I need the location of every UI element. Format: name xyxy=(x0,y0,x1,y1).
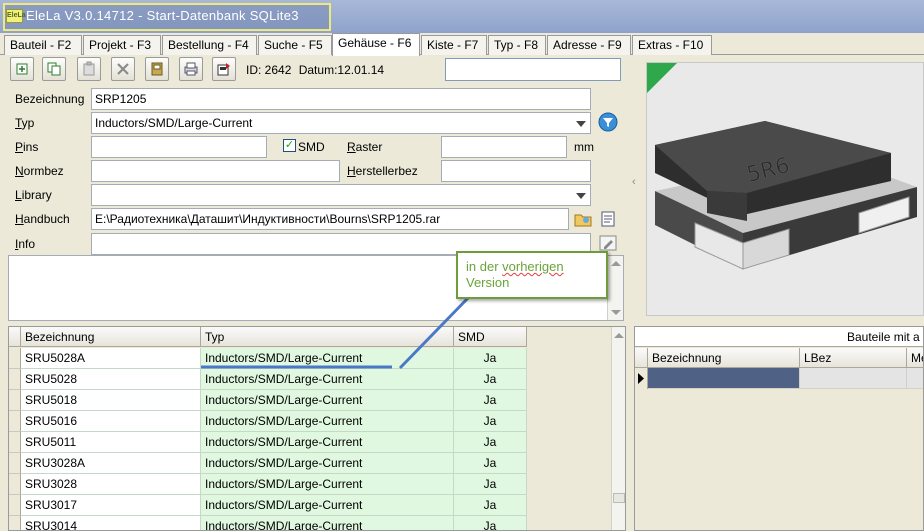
callout-line-1: in der vorherigen xyxy=(466,259,564,274)
annotation-pointer-line xyxy=(398,296,470,370)
annotation-callout: in der vorherigen Version xyxy=(456,251,608,299)
callout-line-2: Version xyxy=(466,275,510,290)
tab-gehaeuse[interactable]: Gehäuse - F6 xyxy=(332,33,420,56)
